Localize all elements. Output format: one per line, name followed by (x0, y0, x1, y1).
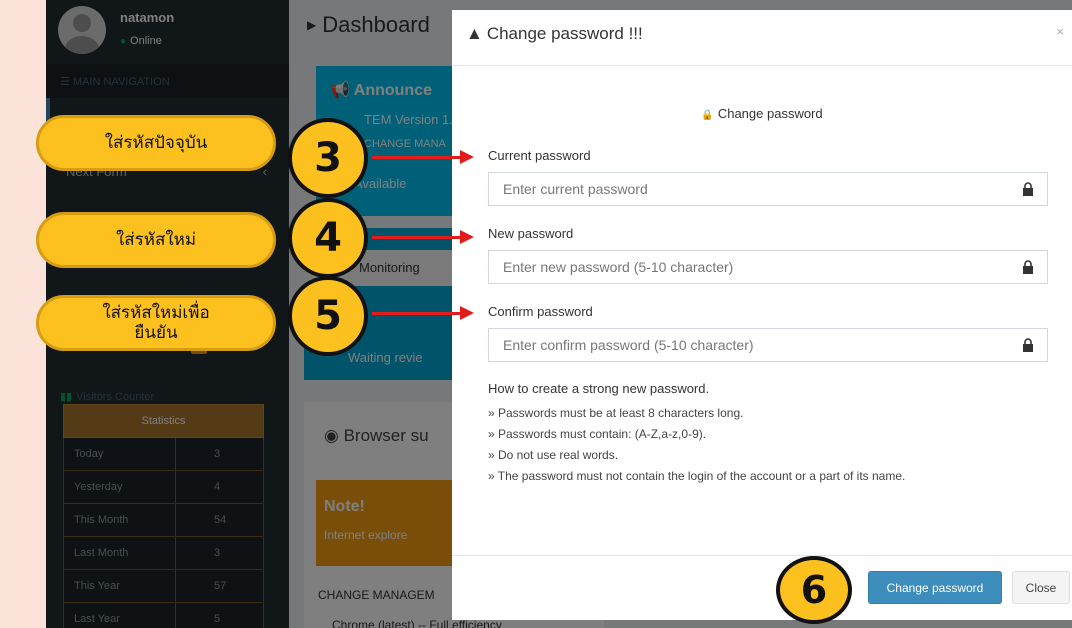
password-tips: » Passwords must be at least 8 character… (488, 403, 1036, 487)
callout-new-password: ใส่รหัสใหม่ (36, 212, 276, 268)
confirm-password-input[interactable] (489, 329, 1009, 361)
new-password-label: New password (488, 226, 574, 241)
tips-title: How to create a strong new password. (488, 381, 710, 396)
confirm-password-label: Confirm password (488, 304, 593, 319)
current-password-field[interactable] (488, 172, 1048, 206)
step-6-badge: 6 (776, 556, 852, 624)
modal-title: ▲ Change password !!! (466, 24, 643, 44)
section-title-label: Change password (717, 106, 823, 121)
section-title: 🔒 Change password (452, 106, 1072, 121)
step-3-badge: 3 (288, 118, 368, 198)
close-button[interactable]: Close (1012, 571, 1070, 604)
new-password-field[interactable] (488, 250, 1048, 284)
modal-header: ▲ Change password !!! × (452, 10, 1072, 66)
confirm-password-field[interactable] (488, 328, 1048, 362)
tip-item: » Passwords must contain: (A-Z,a-z,0-9). (488, 427, 707, 441)
arrow-to-new-password (372, 230, 474, 244)
lock-icon (1023, 182, 1033, 196)
callout-confirm-password: ใส่รหัสใหม่เพื่อ ยืนยัน (36, 295, 276, 351)
callout-current-password: ใส่รหัสปัจจุบัน (36, 115, 276, 171)
new-password-input[interactable] (489, 251, 1009, 283)
warning-icon: ▲ (466, 24, 483, 43)
change-password-button[interactable]: Change password (868, 571, 1002, 604)
arrow-to-confirm-password (372, 306, 474, 320)
lock-icon (1023, 338, 1033, 352)
tip-item: » The password must not contain the logi… (488, 469, 906, 483)
arrow-to-current-password (372, 150, 474, 164)
current-password-input[interactable] (489, 173, 1009, 205)
modal-footer: Change password Close (452, 555, 1072, 620)
tip-item: » Passwords must be at least 8 character… (488, 406, 744, 420)
current-password-label: Current password (488, 148, 591, 163)
close-icon[interactable]: × (1056, 24, 1064, 39)
lock-icon (1023, 260, 1033, 274)
step-4-badge: 4 (288, 198, 368, 278)
lock-icon: 🔒 (701, 110, 714, 121)
step-5-badge: 5 (288, 276, 368, 356)
change-password-modal: ▲ Change password !!! × 🔒 Change password … (452, 10, 1072, 620)
modal-title-label: Change password !!! (486, 24, 643, 43)
tip-item: » Do not use real words. (488, 448, 619, 462)
